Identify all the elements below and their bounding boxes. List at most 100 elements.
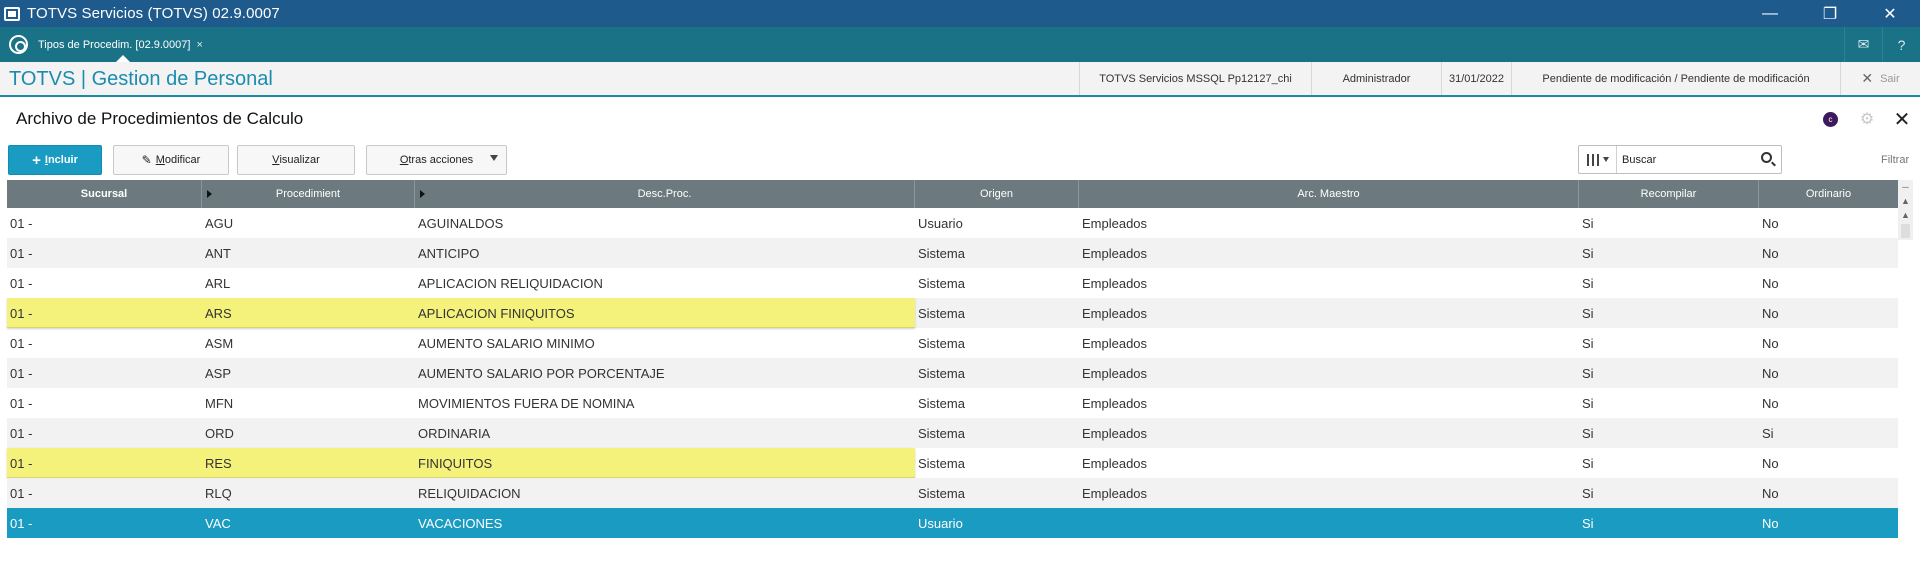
help-icon[interactable]: ? [1882, 27, 1920, 62]
table-row[interactable]: 01 - ASM AUMENTO SALARIO MINIMO Sistema Empl… [7, 328, 1898, 358]
cell-recompilar: Si [1582, 275, 1594, 291]
environment-info: TOTVS Servicios MSSQL Pp12127_chi [1079, 62, 1311, 95]
columns-selector-button[interactable] [1579, 146, 1617, 173]
exit-button[interactable]: ✕ Sair [1840, 62, 1920, 95]
totvs-logo-icon[interactable] [9, 35, 28, 54]
header-label: Sucursal [80, 188, 128, 200]
table-row[interactable]: 01 - ARS APLICACION FINIQUITOS Sistema Emple… [7, 298, 1898, 328]
cell-ordinario: No [1762, 515, 1779, 531]
column-header-ordinario[interactable]: Ordinario [1759, 180, 1898, 208]
cell-arc-maestro: Empleados [1082, 245, 1148, 261]
cell-sucursal: 01 - [10, 215, 33, 231]
cell-origen: Sistema [918, 485, 965, 501]
column-header-sucursal[interactable]: Sucursal [7, 180, 202, 208]
visualizar-label-first: V [272, 154, 280, 166]
cell-sucursal: 01 - [10, 485, 33, 501]
grid-header: Sucursal Procedimient Desc.Proc. Origen … [7, 180, 1898, 208]
window-titlebar: TOTVS Servicios (TOTVS) 02.9.0007 — ❐ ✕ [0, 0, 1920, 27]
cell-sucursal: 01 - [10, 275, 33, 291]
cell-arc-maestro [1079, 508, 1579, 538]
header-label: Desc.Proc. [637, 188, 692, 200]
table-row[interactable]: 01 - RES FINIQUITOS Sistema Empleados Si No [7, 448, 1898, 478]
cell-descripcion: AUMENTO SALARIO MINIMO [418, 335, 595, 351]
chevron-down-icon [490, 155, 498, 161]
column-header-recompilar[interactable]: Recompilar [1579, 180, 1759, 208]
cell-origen: Usuario [918, 515, 963, 531]
exit-label: Sair [1880, 72, 1900, 85]
table-row[interactable]: 01 - ORD ORDINARIA Sistema Empleados Si Si [7, 418, 1898, 448]
table-row-selected[interactable]: 01 - VAC VACACIONES Usuario Si No [7, 508, 1898, 538]
cell-origen: Sistema [918, 455, 965, 471]
cell-recompilar: Si [1582, 485, 1594, 501]
tab-label[interactable]: Tipos de Procedim. [02.9.0007] [38, 39, 190, 51]
scroll-top-icon[interactable]: ─ [1898, 180, 1913, 194]
cell-procedimiento: RES [205, 455, 232, 471]
sort-arrow-icon [207, 190, 212, 198]
plus-icon: + [32, 151, 41, 169]
cell-sucursal: 01 - [10, 305, 33, 321]
mail-icon[interactable]: ✉ [1844, 27, 1882, 62]
minimize-icon[interactable]: — [1740, 0, 1800, 27]
columns-icon [1586, 153, 1599, 166]
restore-icon[interactable]: ❐ [1800, 0, 1860, 27]
cell-sucursal: 01 - [10, 245, 33, 261]
otras-label-rest: tras acciones [408, 154, 474, 166]
table-row[interactable]: 01 - ASP AUMENTO SALARIO POR PORCENTAJE Sis… [7, 358, 1898, 388]
header-label: Procedimient [275, 188, 341, 200]
cell-origen: Sistema [918, 425, 965, 441]
cell-sucursal: 01 - [10, 335, 33, 351]
cell-sucursal: 01 - [10, 425, 33, 441]
close-page-icon[interactable]: ✕ [1892, 109, 1912, 131]
column-header-arc-maestro[interactable]: Arc. Maestro [1079, 180, 1579, 208]
filter-link[interactable]: Filtrar [1881, 154, 1909, 166]
scroll-thumb[interactable] [1901, 224, 1910, 238]
dropdown-caret-icon [1602, 157, 1609, 162]
sort-arrow-icon [420, 190, 425, 198]
table-row[interactable]: 01 - AGU AGUINALDOS Usuario Empleados Si No [7, 208, 1898, 238]
cell-arc-maestro: Empleados [1082, 215, 1148, 231]
c-badge-icon[interactable]: c [1823, 112, 1838, 127]
vertical-scrollbar[interactable]: ─ ▲ ▲ [1898, 180, 1913, 240]
tab-close-icon[interactable]: × [196, 39, 202, 51]
table-row[interactable]: 01 - RLQ RELIQUIDACION Sistema Empleados Si No [7, 478, 1898, 508]
scroll-up-icon[interactable]: ▲ [1898, 194, 1913, 208]
cell-origen: Sistema [918, 395, 965, 411]
column-header-desc-proc[interactable]: Desc.Proc. [415, 180, 915, 208]
otras-label-first: O [399, 154, 409, 166]
cell-descripcion: APLICACION RELIQUIDACION [418, 275, 603, 291]
cell-sucursal: 01 - [10, 515, 33, 531]
app-window-icon [4, 6, 20, 21]
cell-descripcion: RELIQUIDACION [418, 485, 521, 501]
close-window-icon[interactable]: ✕ [1860, 0, 1920, 27]
user-info: Administrador [1311, 62, 1441, 95]
cell-descripcion: VACACIONES [418, 515, 503, 531]
table-row[interactable]: 01 - ARL APLICACION RELIQUIDACION Sistema Em… [7, 268, 1898, 298]
cell-descripcion: APLICACION FINIQUITOS [418, 305, 575, 321]
modificar-label-first: M [155, 154, 165, 166]
cell-recompilar: Si [1582, 425, 1594, 441]
cell-ordinario: No [1762, 275, 1779, 291]
visualizar-button[interactable]: Visualizar [237, 145, 355, 175]
scroll-up-icon[interactable]: ▲ [1898, 208, 1913, 222]
cell-origen: Sistema [918, 365, 965, 381]
modificar-button[interactable]: ✎ Modificar [113, 145, 229, 175]
incluir-button[interactable]: + Incluir [8, 145, 102, 175]
cell-ordinario: No [1762, 245, 1779, 261]
table-row[interactable]: 01 - MFN MOVIMIENTOS FUERA DE NOMINA Sistem… [7, 388, 1898, 418]
column-header-procedimient[interactable]: Procedimient [202, 180, 415, 208]
cell-descripcion: ORDINARIA [418, 425, 491, 441]
module-header: TOTVS | Gestion de Personal TOTVS Servic… [0, 62, 1920, 97]
gear-icon[interactable]: ⚙ [1858, 110, 1876, 128]
search-icon[interactable] [1761, 152, 1772, 163]
column-header-origen[interactable]: Origen [915, 180, 1079, 208]
cell-ordinario: Si [1762, 425, 1774, 441]
cell-descripcion: AGUINALDOS [418, 215, 504, 231]
module-title: TOTVS | Gestion de Personal [9, 68, 273, 90]
modificar-label-rest: odificar [164, 154, 201, 166]
header-label: Recompilar [1640, 188, 1697, 200]
search-input[interactable] [1622, 150, 1747, 169]
otras-acciones-button[interactable]: Otras acciones [366, 145, 507, 175]
table-row[interactable]: 01 - ANT ANTICIPO Sistema Empleados Si No [7, 238, 1898, 268]
cell-recompilar: Si [1582, 305, 1594, 321]
cell-arc-maestro: Empleados [1082, 455, 1148, 471]
